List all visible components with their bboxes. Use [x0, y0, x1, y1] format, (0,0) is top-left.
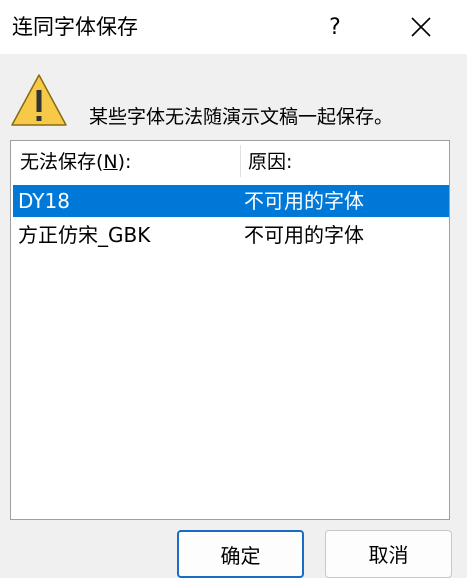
font-list[interactable]: 无法保存(N): 原因: DY18 不可用的字体 方正仿宋_GBK 不可用的字体	[10, 140, 450, 520]
dialog-title: 连同字体保存	[12, 15, 138, 39]
font-name: 方正仿宋_GBK	[18, 223, 151, 247]
ok-button[interactable]: 确定	[177, 530, 304, 578]
help-button[interactable]: ?	[305, 0, 365, 54]
cancel-button[interactable]: 取消	[325, 530, 452, 578]
column-header-hotkey: N	[103, 151, 118, 173]
warning-icon	[11, 74, 67, 126]
column-header-reason[interactable]: 原因:	[248, 149, 292, 175]
close-icon	[411, 17, 431, 37]
close-button[interactable]	[391, 0, 451, 54]
font-reason: 不可用的字体	[244, 189, 364, 213]
column-header-unsaveable[interactable]: 无法保存(N):	[20, 149, 131, 175]
column-divider[interactable]	[240, 145, 241, 177]
list-header: 无法保存(N): 原因:	[11, 141, 449, 181]
title-bar: 连同字体保存 ?	[0, 0, 467, 54]
list-item[interactable]: DY18 不可用的字体	[13, 185, 449, 217]
column-header-suffix: ):	[117, 151, 132, 173]
font-name: DY18	[18, 189, 70, 213]
message-text: 某些字体无法随演示文稿一起保存。	[89, 106, 394, 128]
column-header-prefix: 无法保存(	[20, 151, 104, 173]
list-item[interactable]: 方正仿宋_GBK 不可用的字体	[13, 219, 449, 251]
font-reason: 不可用的字体	[244, 223, 364, 247]
